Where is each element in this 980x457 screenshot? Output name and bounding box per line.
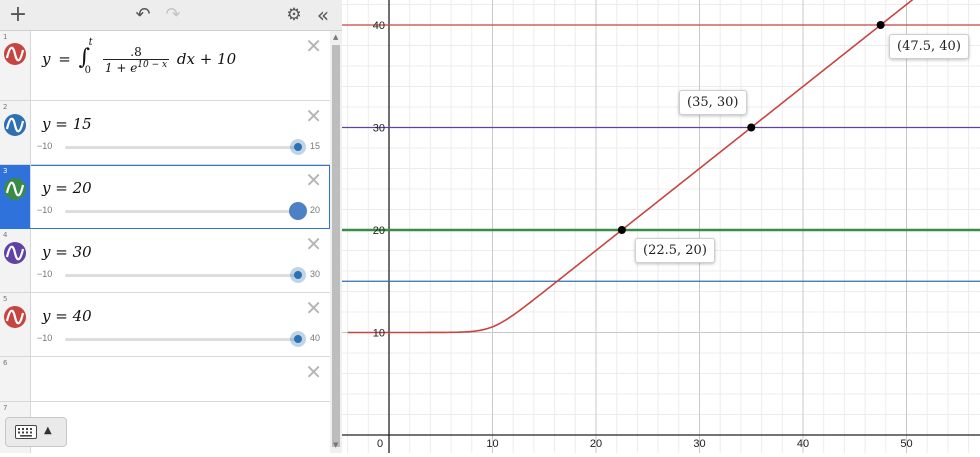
slider-track[interactable] [65, 338, 298, 341]
expression-3-formula[interactable]: y = 20 [42, 179, 92, 197]
delete-expression-6-icon[interactable]: ✕ [305, 362, 322, 382]
wave-color-icon[interactable] [4, 178, 26, 200]
expression-4-formula[interactable]: y = 30 [42, 243, 92, 261]
wave-color-icon[interactable] [4, 43, 26, 65]
y-tick-label: 20 [373, 225, 385, 237]
delete-expression-4-icon[interactable]: ✕ [305, 234, 322, 254]
expression-1-index: 1 [3, 33, 8, 41]
expression-2-gutter: 2 [0, 101, 31, 164]
expression-2[interactable]: 2 y = 15 ✕ −10 15 [0, 101, 330, 165]
point-label-3[interactable]: (47.5, 40) [889, 34, 969, 59]
point-label-2[interactable]: (35, 30) [679, 90, 747, 115]
expression-panel: + ↶ ↷ ⚙ « 1 y = ∫ t 0 .8 1 + e10 − x dx … [0, 0, 342, 453]
wave-color-icon[interactable] [4, 242, 26, 264]
slider-knob[interactable] [290, 267, 306, 283]
expression-5-formula[interactable]: y = 40 [42, 307, 92, 325]
expression-4-gutter: 4 [0, 229, 31, 292]
expression-5[interactable]: 5 y = 40 ✕ −10 40 [0, 293, 330, 357]
expression-1-gutter: 1 [0, 31, 31, 100]
slider-knob[interactable] [289, 202, 307, 220]
expression-1[interactable]: 1 y = ∫ t 0 .8 1 + e10 − x dx + 10 ✕ [0, 31, 330, 101]
slider-min-label: −10 [37, 333, 53, 343]
slider-max-label: 20 [310, 205, 321, 215]
x-tick-label: 30 [693, 438, 705, 450]
keyboard-caret-icon: ▲ [44, 425, 52, 436]
scroll-up-icon[interactable]: ▲ [333, 33, 338, 41]
expression-4[interactable]: 4 y = 30 ✕ −10 30 [0, 229, 330, 293]
expression-2-formula[interactable]: y = 15 [42, 115, 92, 133]
expression-5-gutter: 5 [0, 293, 31, 356]
x-tick-label: 0 [377, 438, 383, 450]
slider-knob[interactable] [290, 139, 306, 155]
y-tick-label: 30 [373, 123, 385, 135]
slider-min-label: −10 [37, 269, 53, 279]
slider-max-label: 40 [310, 333, 321, 343]
expression-6-gutter: 6 [0, 357, 31, 401]
intersection-point-1[interactable] [617, 226, 626, 234]
expression-scrollbar[interactable]: ▲ ▼ [330, 31, 342, 453]
minor-gridlines [342, 0, 980, 456]
settings-gear-icon[interactable]: ⚙ [283, 4, 305, 26]
slider-track[interactable] [65, 146, 298, 149]
graph-svg[interactable]: 0 10 20 30 40 50 10 20 30 40 [342, 0, 980, 456]
undo-button[interactable]: ↶ [132, 4, 154, 26]
expression-3-index: 3 [3, 167, 8, 175]
tick-labels: 0 10 20 30 40 50 10 20 30 40 [373, 20, 913, 450]
keyboard-icon [15, 425, 37, 439]
x-tick-label: 20 [590, 438, 602, 450]
slider-knob[interactable] [290, 331, 306, 347]
y-tick-label: 40 [373, 20, 385, 32]
redo-button[interactable]: ↷ [162, 4, 184, 26]
slider-min-label: −10 [37, 141, 53, 151]
collapse-panel-button[interactable]: « [312, 4, 334, 26]
scrollbar-thumb[interactable] [332, 45, 340, 447]
keyboard-toggle-button[interactable]: ▲ [5, 417, 67, 447]
y-tick-label: 10 [373, 328, 385, 340]
expression-3[interactable]: 3 y = 20 ✕ −10 20 [0, 165, 330, 229]
expression-7-index: 7 [3, 404, 8, 412]
expression-4-index: 4 [3, 231, 8, 239]
wave-color-icon[interactable] [4, 114, 26, 136]
scroll-down-icon[interactable]: ▼ [333, 441, 338, 449]
wave-color-icon[interactable] [4, 306, 26, 328]
major-gridlines [342, 0, 980, 453]
integral-formula[interactable]: y = ∫ t 0 .8 1 + e10 − x dx + 10 [42, 37, 236, 76]
x-tick-label: 40 [797, 438, 809, 450]
expression-5-index: 5 [3, 295, 8, 303]
x-tick-label: 50 [900, 438, 912, 450]
x-tick-label: 10 [486, 438, 498, 450]
expression-6-empty[interactable]: 6 ✕ [0, 357, 330, 402]
slider-max-label: 30 [310, 269, 321, 279]
expression-list: 1 y = ∫ t 0 .8 1 + e10 − x dx + 10 ✕ 2 y… [0, 31, 330, 453]
intersection-point-3[interactable] [876, 21, 885, 29]
delete-expression-1-icon[interactable]: ✕ [305, 36, 322, 56]
intersection-point-2[interactable] [747, 123, 756, 132]
expression-6-index: 6 [3, 359, 8, 367]
axes [342, 0, 980, 453]
delete-expression-3-icon[interactable]: ✕ [305, 170, 322, 190]
add-expression-button[interactable]: + [8, 4, 28, 26]
slider-track[interactable] [65, 274, 298, 277]
delete-expression-2-icon[interactable]: ✕ [305, 106, 322, 126]
delete-expression-5-icon[interactable]: ✕ [305, 298, 322, 318]
slider-max-label: 15 [310, 141, 321, 151]
graph-canvas[interactable]: 0 10 20 30 40 50 10 20 30 40 (22.5, 20) (35, 30) … [342, 0, 980, 456]
integral-curve[interactable] [347, 0, 980, 334]
expression-3-gutter: 3 [0, 165, 31, 228]
expression-toolbar: + ↶ ↷ ⚙ « [0, 0, 342, 31]
expression-2-index: 2 [3, 103, 8, 111]
slider-min-label: −10 [37, 205, 53, 215]
slider-track[interactable] [65, 210, 298, 213]
point-label-1[interactable]: (22.5, 20) [635, 238, 715, 263]
